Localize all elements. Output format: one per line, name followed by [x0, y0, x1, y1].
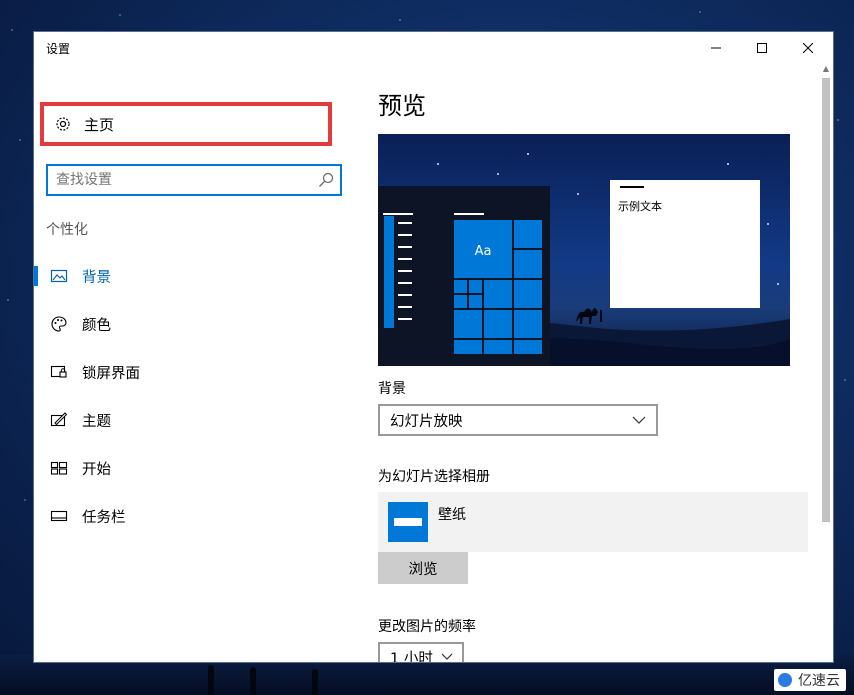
sidebar-item-background[interactable]: 背景 — [34, 256, 354, 296]
watermark-logo-icon — [778, 673, 792, 687]
sidebar-item-taskbar[interactable]: 任务栏 — [34, 496, 354, 536]
album-name: 壁纸 — [438, 507, 466, 523]
scroll-up-icon[interactable]: ▲ — [820, 64, 832, 76]
minimize-button[interactable] — [693, 32, 739, 64]
main-content: 预览 Aa 示例文本 背景 幻灯片放映 为幻灯片选择相册 壁纸 浏览 更改图片的… — [354, 64, 814, 662]
scrollbar[interactable]: ▲ — [820, 64, 832, 662]
settings-window: 设置 主页 个性化 — [34, 32, 833, 662]
palette-icon — [51, 316, 67, 332]
window-title: 设置 — [46, 42, 71, 56]
maximize-icon — [757, 43, 767, 53]
album-thumbnail — [388, 502, 428, 542]
interval-dropdown-value: 1 小时 — [390, 650, 433, 663]
image-icon — [50, 269, 68, 283]
theme-icon — [50, 412, 68, 427]
start-icon — [50, 461, 68, 475]
sidebar-item-lock-screen[interactable]: 锁屏界面 — [34, 352, 354, 392]
background-dropdown-value: 幻灯片放映 — [390, 413, 463, 430]
preview-scene: Aa 示例文本 — [378, 153, 790, 366]
silhouette-figure — [312, 669, 318, 695]
watermark: 亿速云 — [774, 669, 846, 691]
browse-button[interactable]: 浏览 — [378, 552, 468, 584]
interval-label: 更改图片的频率 — [378, 619, 476, 635]
search-icon[interactable] — [318, 172, 334, 188]
taskbar-icon — [50, 510, 68, 522]
lock-screen-icon — [50, 365, 67, 378]
chevron-down-icon — [632, 416, 646, 424]
sidebar-item-label: 锁屏界面 — [82, 365, 140, 382]
sidebar-item-start[interactable]: 开始 — [34, 448, 354, 488]
gear-icon — [56, 117, 70, 131]
sidebar-item-label: 任务栏 — [82, 509, 126, 526]
chevron-down-icon — [441, 653, 453, 660]
tile-label: Aa — [475, 244, 492, 259]
section-label: 个性化 — [46, 222, 88, 238]
close-icon — [803, 43, 813, 53]
sidebar-item-themes[interactable]: 主题 — [34, 400, 354, 440]
maximize-button[interactable] — [739, 32, 785, 64]
title-bar: 设置 — [34, 32, 833, 64]
page-title: 预览 — [378, 92, 426, 120]
sidebar-item-colors[interactable]: 颜色 — [34, 304, 354, 344]
album-item[interactable]: 壁纸 — [378, 492, 808, 552]
search-box[interactable] — [46, 164, 342, 196]
watermark-text: 亿速云 — [798, 673, 840, 689]
sidebar-item-label: 开始 — [82, 461, 111, 478]
silhouette-figure — [208, 665, 214, 695]
scroll-thumb[interactable] — [822, 78, 830, 522]
background-preview: Aa 示例文本 — [378, 134, 790, 366]
close-button[interactable] — [785, 32, 831, 64]
sidebar: 主页 个性化 背景 颜色 — [34, 64, 354, 662]
home-button[interactable]: 主页 — [40, 102, 332, 146]
sidebar-item-label: 主题 — [82, 413, 111, 430]
sidebar-item-label: 颜色 — [82, 317, 111, 334]
background-label: 背景 — [378, 381, 406, 397]
background-dropdown[interactable]: 幻灯片放映 — [378, 404, 658, 436]
silhouette-figure — [250, 667, 256, 695]
minimize-icon — [711, 47, 721, 49]
interval-dropdown[interactable]: 1 小时 — [378, 642, 464, 662]
home-label: 主页 — [84, 115, 115, 134]
search-input[interactable] — [48, 166, 318, 194]
active-indicator — [34, 266, 38, 286]
album-label: 为幻灯片选择相册 — [378, 469, 490, 485]
sidebar-item-label: 背景 — [82, 269, 111, 286]
sample-text: 示例文本 — [618, 199, 662, 213]
